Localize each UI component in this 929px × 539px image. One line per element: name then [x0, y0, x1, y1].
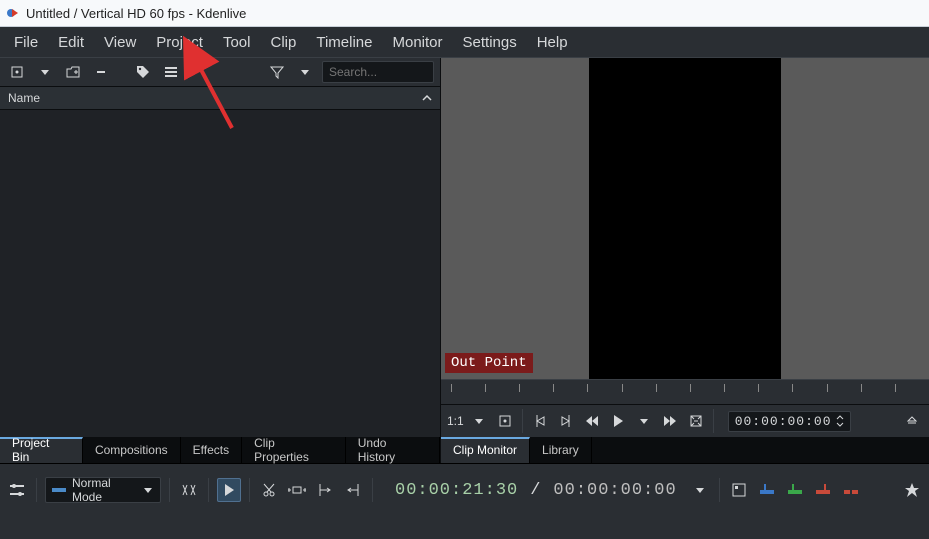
- menu-settings[interactable]: Settings: [453, 29, 527, 56]
- chevron-up-icon: [422, 94, 432, 102]
- marker-blue-button[interactable]: [756, 479, 778, 501]
- create-folder-button[interactable]: [62, 61, 84, 83]
- timecode-dropdown[interactable]: [689, 479, 711, 501]
- add-clip-button[interactable]: [6, 61, 28, 83]
- tab-library[interactable]: Library: [530, 437, 592, 463]
- tag-button[interactable]: [132, 61, 154, 83]
- hamburger-menu-button[interactable]: [160, 61, 182, 83]
- separator: [208, 478, 209, 502]
- monitor-options-button[interactable]: [901, 410, 923, 432]
- set-out-button[interactable]: [555, 410, 577, 432]
- monitor-fullframe-button[interactable]: [494, 410, 516, 432]
- marker-colors: [756, 479, 862, 501]
- separator: [713, 409, 714, 433]
- menu-file[interactable]: File: [4, 29, 48, 56]
- delete-clip-button[interactable]: [90, 61, 112, 83]
- bin-header-name: Name: [8, 91, 40, 105]
- timeline-toolbar: Normal Mode 00:00:21:30 / 00:00:00:00: [0, 463, 929, 516]
- filter-button[interactable]: [266, 61, 288, 83]
- monitor-panel: Out Point 1:1 00:00:00:00: [441, 58, 929, 463]
- filter-dropdown[interactable]: [294, 61, 316, 83]
- menu-timeline[interactable]: Timeline: [306, 29, 382, 56]
- monitor-ruler[interactable]: [441, 379, 929, 404]
- rewind-button[interactable]: [581, 410, 603, 432]
- edit-mode-select[interactable]: Normal Mode: [45, 477, 161, 503]
- marker-green-button[interactable]: [784, 479, 806, 501]
- bin-column-header[interactable]: Name: [0, 87, 440, 110]
- menu-project[interactable]: Project: [146, 29, 213, 56]
- app-icon: [6, 6, 20, 20]
- menu-view[interactable]: View: [94, 29, 146, 56]
- separator: [249, 478, 250, 502]
- right-tabstrip: Clip Monitor Library: [441, 437, 929, 463]
- menubar: File Edit View Project Tool Clip Timelin…: [0, 27, 929, 58]
- mixer-button[interactable]: [728, 479, 750, 501]
- separator: [372, 478, 373, 502]
- monitor-timecode-value: 00:00:00:00: [735, 414, 832, 429]
- ruler-ticks: [441, 380, 929, 404]
- forward-button[interactable]: [659, 410, 681, 432]
- menu-clip[interactable]: Clip: [261, 29, 307, 56]
- cut-button[interactable]: [258, 479, 280, 501]
- add-clip-dropdown[interactable]: [34, 61, 56, 83]
- tab-clip-monitor[interactable]: Clip Monitor: [441, 437, 530, 463]
- spinner-icon: [836, 414, 844, 428]
- tab-undo-history[interactable]: Undo History: [346, 437, 440, 463]
- tab-clip-properties[interactable]: Clip Properties: [242, 437, 346, 463]
- play-dropdown[interactable]: [633, 410, 655, 432]
- tab-effects[interactable]: Effects: [181, 437, 242, 463]
- tab-project-bin[interactable]: Project Bin: [0, 437, 83, 463]
- monitor-stage[interactable]: Out Point: [441, 58, 929, 379]
- out-point-badge: Out Point: [445, 353, 533, 373]
- separator: [719, 478, 720, 502]
- set-in-button[interactable]: [529, 410, 551, 432]
- scale-dropdown[interactable]: [468, 410, 490, 432]
- titlebar: Untitled / Vertical HD 60 fps - Kdenlive: [0, 0, 929, 27]
- timeline-play-button[interactable]: [217, 478, 241, 502]
- marker-split-button[interactable]: [840, 479, 862, 501]
- tab-compositions[interactable]: Compositions: [83, 437, 181, 463]
- separator: [169, 478, 170, 502]
- bin-toolbar: [0, 58, 440, 87]
- search-input[interactable]: [322, 61, 434, 83]
- zone-edit-button[interactable]: [685, 410, 707, 432]
- monitor-timecode[interactable]: 00:00:00:00: [728, 411, 851, 432]
- menu-help[interactable]: Help: [527, 29, 578, 56]
- bin-list[interactable]: [0, 110, 440, 437]
- spacer-button[interactable]: [286, 479, 308, 501]
- compositing-button[interactable]: [178, 479, 200, 501]
- timeline-position[interactable]: 00:00:21:30: [395, 481, 518, 500]
- edit-mode-label: Normal Mode: [72, 476, 132, 504]
- scale-label: 1:1: [447, 414, 464, 428]
- menu-monitor[interactable]: Monitor: [382, 29, 452, 56]
- window-title: Untitled / Vertical HD 60 fps - Kdenlive: [26, 6, 246, 21]
- track-settings-button[interactable]: [6, 479, 28, 501]
- separator: [522, 409, 523, 433]
- menu-edit[interactable]: Edit: [48, 29, 94, 56]
- separator: [36, 478, 37, 502]
- play-button[interactable]: [607, 410, 629, 432]
- overwrite-zone-button[interactable]: [342, 479, 364, 501]
- timeline-duration[interactable]: 00:00:00:00: [553, 481, 676, 500]
- marker-red-button[interactable]: [812, 479, 834, 501]
- menu-tool[interactable]: Tool: [213, 29, 261, 56]
- timecode-separator: /: [530, 481, 541, 500]
- favorite-button[interactable]: [901, 479, 923, 501]
- project-bin-panel: Name Project Bin Compositions Effects Cl…: [0, 58, 441, 463]
- insert-zone-button[interactable]: [314, 479, 336, 501]
- monitor-canvas: [589, 58, 781, 384]
- monitor-controls: 1:1 00:00:00:00: [441, 404, 929, 437]
- left-tabstrip: Project Bin Compositions Effects Clip Pr…: [0, 437, 440, 463]
